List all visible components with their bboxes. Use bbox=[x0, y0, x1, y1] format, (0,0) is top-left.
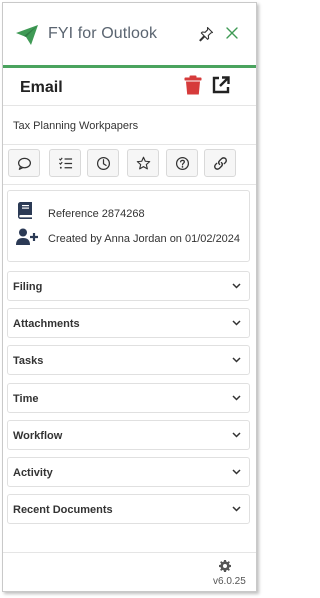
title-bar: FYI for Outlook bbox=[3, 3, 256, 65]
comment-icon bbox=[17, 157, 31, 170]
app-title: FYI for Outlook bbox=[48, 25, 158, 42]
paper-plane-icon bbox=[16, 25, 38, 45]
chevron-down-icon bbox=[232, 283, 241, 289]
chevron-down-icon bbox=[232, 432, 241, 438]
created-by: Created by Anna Jordan on 01/02/2024 bbox=[48, 233, 241, 245]
comment-button[interactable] bbox=[8, 149, 40, 177]
pin-icon[interactable] bbox=[198, 26, 214, 42]
version-label: v6.0.25 bbox=[213, 576, 246, 587]
section-filing[interactable]: Filing bbox=[7, 271, 250, 301]
chevron-down-icon bbox=[232, 469, 241, 475]
section-label: Filing bbox=[13, 281, 43, 293]
chevron-down-icon bbox=[232, 320, 241, 326]
section-tasks[interactable]: Tasks bbox=[7, 345, 250, 375]
email-title: Email bbox=[20, 79, 63, 96]
help-icon bbox=[175, 156, 189, 170]
section-label: Activity bbox=[13, 467, 53, 479]
popout-icon[interactable] bbox=[211, 75, 231, 95]
gear-icon[interactable] bbox=[219, 560, 231, 572]
section-label: Attachments bbox=[13, 318, 80, 330]
section-label: Recent Documents bbox=[13, 504, 113, 516]
section-activity[interactable]: Activity bbox=[7, 457, 250, 487]
section-label: Workflow bbox=[13, 430, 63, 442]
link-button[interactable] bbox=[204, 149, 236, 177]
clock-icon bbox=[96, 156, 110, 170]
user-plus-icon bbox=[16, 228, 38, 245]
footer-divider bbox=[3, 552, 256, 553]
email-subject: Tax Planning Workpapers bbox=[13, 120, 139, 132]
section-label: Time bbox=[13, 393, 39, 405]
close-icon[interactable] bbox=[224, 25, 240, 41]
section-recent-documents[interactable]: Recent Documents bbox=[7, 494, 250, 524]
section-workflow[interactable]: Workflow bbox=[7, 420, 250, 450]
favourite-button[interactable] bbox=[127, 149, 159, 177]
section-time[interactable]: Time bbox=[7, 383, 250, 413]
task-list-icon bbox=[58, 157, 72, 169]
email-subject-row: Tax Planning Workpapers bbox=[3, 107, 256, 145]
section-attachments[interactable]: Attachments bbox=[7, 308, 250, 338]
chevron-down-icon bbox=[232, 357, 241, 363]
help-button[interactable] bbox=[166, 149, 198, 177]
chevron-down-icon bbox=[232, 395, 241, 401]
add-in-panel: FYI for Outlook Email Tax Planning Workp… bbox=[2, 2, 257, 592]
document-info-card: Reference 2874268 Created by Anna Jordan… bbox=[7, 190, 250, 262]
tasks-button[interactable] bbox=[49, 149, 81, 177]
reference-number: Reference 2874268 bbox=[48, 208, 145, 220]
trash-icon[interactable] bbox=[184, 75, 202, 95]
action-toolbar bbox=[3, 145, 256, 185]
link-icon bbox=[213, 156, 227, 170]
chevron-down-icon bbox=[232, 506, 241, 512]
section-label: Tasks bbox=[13, 355, 44, 367]
email-header: Email bbox=[3, 68, 256, 106]
star-icon bbox=[136, 156, 150, 169]
book-icon bbox=[18, 202, 32, 219]
time-button[interactable] bbox=[87, 149, 119, 177]
